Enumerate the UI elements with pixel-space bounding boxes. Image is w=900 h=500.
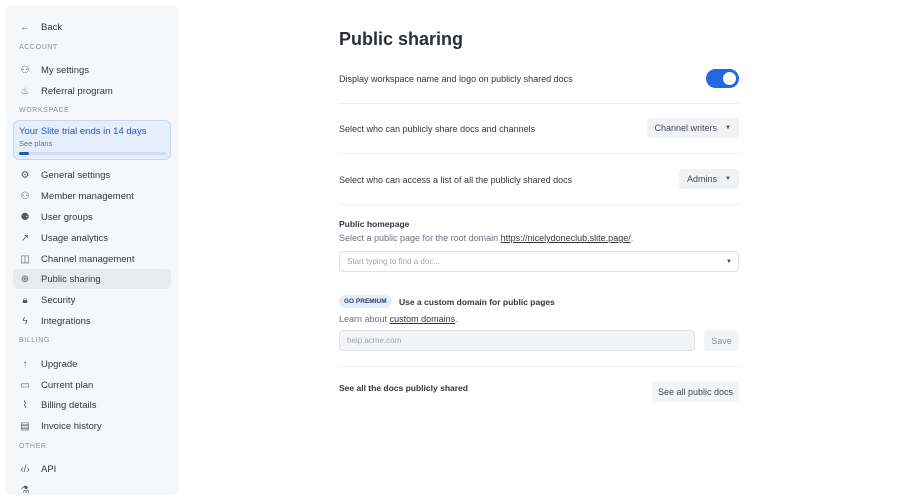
sidebar-item-upgrade[interactable]: ↑Upgrade bbox=[13, 354, 171, 374]
custom-domain-input[interactable]: help.acme.com bbox=[339, 330, 695, 351]
homepage-title: Public homepage bbox=[339, 219, 409, 229]
layout-icon: ◫ bbox=[19, 253, 31, 265]
caret-down-icon: ▼ bbox=[726, 259, 732, 265]
homepage-doc-select[interactable]: Start typing to find a doc...▼ bbox=[339, 251, 739, 272]
display-logo-label: Display workspace name and logo on publi… bbox=[339, 74, 573, 84]
arrow-left-icon: ← bbox=[19, 21, 31, 33]
sidebar-item-general-settings[interactable]: ⚙General settings bbox=[13, 165, 171, 185]
back-button[interactable]: ←Back bbox=[13, 17, 171, 37]
gift-icon: ♨ bbox=[19, 85, 31, 97]
caret-down-icon: ▼ bbox=[725, 176, 731, 182]
share-who-dropdown[interactable]: Channel writers▼ bbox=[647, 118, 739, 138]
homepage-desc: Select a public page for the root domain… bbox=[339, 233, 633, 243]
page-title: Public sharing bbox=[339, 29, 463, 50]
sidebar-item-security[interactable]: 🔒︎Security bbox=[13, 290, 171, 310]
caret-down-icon: ▼ bbox=[725, 125, 731, 131]
all-docs-label: See all the docs publicly shared bbox=[339, 383, 468, 393]
user-icon: ⚇ bbox=[19, 64, 31, 76]
sidebar-item-usage-analytics[interactable]: ↗Usage analytics bbox=[13, 228, 171, 248]
sidebar-item-invoice-history[interactable]: ▤Invoice history bbox=[13, 416, 171, 436]
trial-banner[interactable]: Your Slite trial ends in 14 days See pla… bbox=[13, 120, 171, 160]
access-list-dropdown[interactable]: Admins▼ bbox=[679, 169, 739, 189]
trend-up-icon: ↗ bbox=[19, 232, 31, 244]
custom-domains-link[interactable]: custom domains bbox=[390, 314, 456, 324]
section-other: OTHER bbox=[19, 443, 47, 450]
root-domain-link[interactable]: https://nicelydoneclub.slite.page/ bbox=[501, 233, 631, 243]
divider bbox=[339, 204, 739, 205]
users-icon: ⚈ bbox=[19, 211, 31, 223]
sidebar-item-cut-off[interactable]: ⚗ bbox=[13, 480, 171, 500]
see-all-public-docs-button[interactable]: See all public docs bbox=[652, 381, 739, 402]
save-button[interactable]: Save bbox=[704, 330, 739, 351]
sidebar-item-referral[interactable]: ♨Referral program bbox=[13, 81, 171, 101]
sidebar-item-public-sharing[interactable]: ⊕Public sharing bbox=[13, 269, 171, 289]
divider bbox=[339, 153, 739, 154]
see-plans-link[interactable]: See plans bbox=[19, 139, 52, 148]
access-list-label: Select who can access a list of all the … bbox=[339, 175, 572, 185]
sidebar: ←Back ACCOUNT ⚇My settings ♨Referral pro… bbox=[5, 5, 179, 495]
paperclip-icon: ⌇ bbox=[19, 399, 31, 411]
sidebar-item-user-groups[interactable]: ⚈User groups bbox=[13, 207, 171, 227]
gear-icon: ⚙ bbox=[19, 169, 31, 181]
section-billing: BILLING bbox=[19, 337, 50, 344]
credit-card-icon: ▭ bbox=[19, 379, 31, 391]
section-workspace: WORKSPACE bbox=[19, 107, 69, 114]
sidebar-item-current-plan[interactable]: ▭Current plan bbox=[13, 375, 171, 395]
plug-icon: ϟ bbox=[19, 315, 31, 327]
trial-progress bbox=[19, 152, 166, 155]
flask-icon: ⚗ bbox=[19, 484, 31, 496]
go-premium-badge: GO PREMIUM bbox=[339, 295, 392, 308]
lock-icon: 🔒︎ bbox=[19, 294, 31, 306]
sidebar-item-integrations[interactable]: ϟIntegrations bbox=[13, 311, 171, 331]
sidebar-item-my-settings[interactable]: ⚇My settings bbox=[13, 60, 171, 80]
code-icon: ‹/› bbox=[19, 463, 31, 475]
invoice-icon: ▤ bbox=[19, 420, 31, 432]
display-logo-toggle[interactable] bbox=[706, 69, 739, 88]
sidebar-item-billing-details[interactable]: ⌇Billing details bbox=[13, 395, 171, 415]
arrow-up-icon: ↑ bbox=[19, 358, 31, 370]
share-who-label: Select who can publicly share docs and c… bbox=[339, 124, 535, 134]
section-account: ACCOUNT bbox=[19, 44, 58, 51]
sidebar-item-api[interactable]: ‹/›API bbox=[13, 459, 171, 479]
user-icon: ⚇ bbox=[19, 190, 31, 202]
custom-domain-title: Use a custom domain for public pages bbox=[399, 297, 555, 307]
trial-progress-fill bbox=[19, 152, 29, 155]
sidebar-item-channel-management[interactable]: ◫Channel management bbox=[13, 249, 171, 269]
sidebar-item-member-management[interactable]: ⚇Member management bbox=[13, 186, 171, 206]
divider bbox=[339, 103, 739, 104]
custom-domain-learn: Learn about custom domains. bbox=[339, 314, 458, 324]
toggle-knob bbox=[723, 72, 736, 85]
divider bbox=[339, 366, 739, 367]
globe-icon: ⊕ bbox=[19, 273, 31, 285]
trial-title: Your Slite trial ends in 14 days bbox=[19, 126, 146, 137]
